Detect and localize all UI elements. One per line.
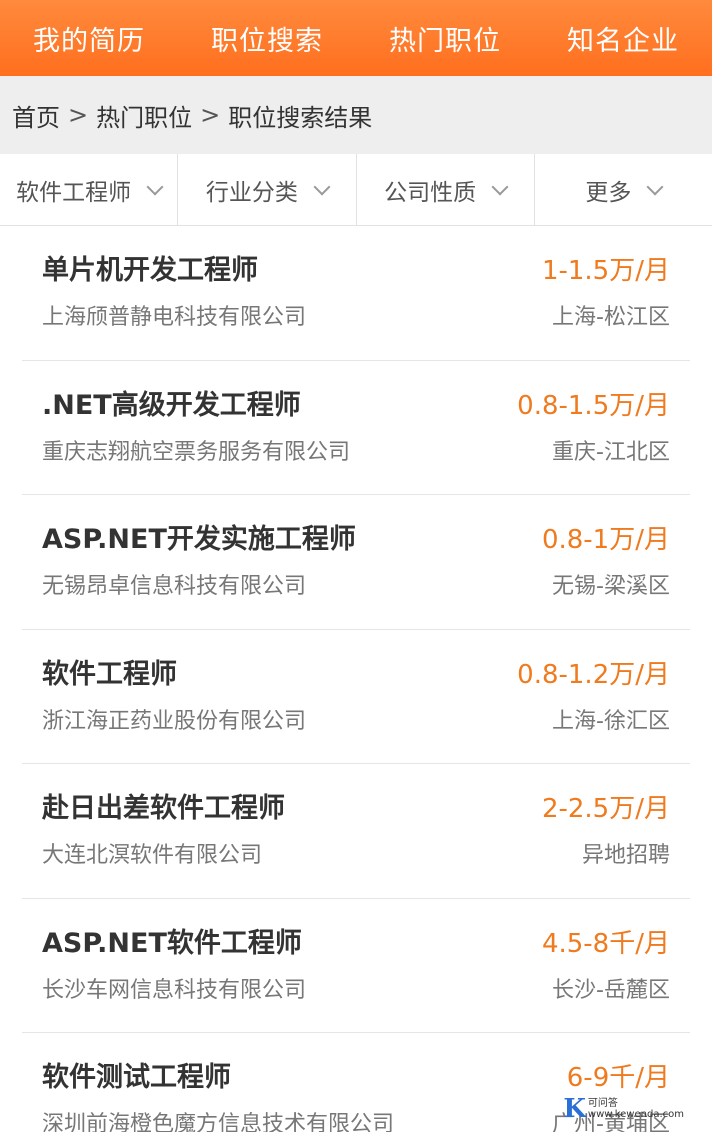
filter-company-type[interactable]: 公司性质: [357, 154, 535, 225]
job-location: 无锡-梁溪区: [552, 574, 670, 599]
job-list-item[interactable]: 赴日出差软件工程师 2-2.5万/月 大连北溟软件有限公司 异地招聘: [22, 764, 690, 899]
nav-job-search[interactable]: 职位搜索: [178, 19, 356, 58]
job-list-item[interactable]: .NET高级开发工程师 0.8-1.5万/月 重庆志翔航空票务服务有限公司 重庆…: [22, 361, 690, 495]
filter-industry[interactable]: 行业分类: [178, 154, 357, 225]
chevron-down-icon: [491, 178, 509, 195]
job-location: 长沙-岳麓区: [552, 977, 670, 1003]
filter-keyword[interactable]: 软件工程师: [0, 154, 179, 225]
nav-my-resume[interactable]: 我的简历: [0, 19, 178, 58]
job-salary: 0.8-1.5万/月: [517, 390, 670, 421]
filter-label: 软件工程师: [16, 179, 132, 206]
filter-bar: 软件工程师 行业分类 公司性质 更多: [0, 154, 712, 226]
job-salary: 6-9千/月: [566, 1063, 670, 1093]
job-company: 深圳前海橙色魔方信息技术有限公司: [42, 1112, 395, 1132]
job-company: 无锡昂卓信息科技有限公司: [42, 574, 307, 599]
job-list-item[interactable]: ASP.NET软件工程师 4.5-8千/月 长沙车网信息科技有限公司 长沙-岳麓…: [22, 899, 690, 1033]
filter-label: 更多: [585, 179, 632, 206]
job-title: 单片机开发工程师: [42, 255, 258, 286]
watermark-name: 可问答: [587, 1098, 618, 1109]
watermark-logo: K 可问答 www.kewenda.com: [563, 1094, 684, 1124]
job-salary: 2-2.5万/月: [541, 794, 670, 824]
job-company: 大连北溟软件有限公司: [42, 843, 263, 868]
job-location: 异地招聘: [581, 843, 670, 868]
watermark-k-icon: K: [563, 1094, 586, 1124]
job-salary: 1-1.5万/月: [541, 256, 670, 286]
job-company: 长沙车网信息科技有限公司: [42, 977, 307, 1003]
job-list: 单片机开发工程师 1-1.5万/月 上海颀普静电科技有限公司 上海-松江区 .N…: [0, 226, 712, 1132]
filter-more[interactable]: 更多: [535, 154, 712, 225]
job-title: 软件工程师: [42, 658, 177, 690]
filter-label: 行业分类: [205, 179, 298, 206]
job-salary: 4.5-8千/月: [541, 928, 670, 959]
job-location: 上海-徐汇区: [552, 708, 670, 734]
breadcrumb: 首页 > 热门职位 > 职位搜索结果: [0, 76, 712, 154]
nav-famous-companies[interactable]: 知名企业: [534, 19, 712, 58]
breadcrumb-current: 职位搜索结果: [228, 103, 373, 132]
job-list-item[interactable]: 单片机开发工程师 1-1.5万/月 上海颀普静电科技有限公司 上海-松江区: [22, 226, 690, 361]
breadcrumb-separator: >: [68, 101, 89, 129]
breadcrumb-separator: >: [200, 101, 221, 129]
chevron-down-icon: [313, 178, 331, 195]
job-location: 上海-松江区: [552, 305, 670, 330]
chevron-down-icon: [146, 178, 164, 195]
filter-label: 公司性质: [384, 179, 477, 206]
job-title: 软件测试工程师: [42, 1062, 231, 1093]
job-list-item[interactable]: 软件工程师 0.8-1.2万/月 浙江海正药业股份有限公司 上海-徐汇区: [22, 630, 690, 764]
job-salary: 0.8-1万/月: [541, 525, 670, 555]
job-title: 赴日出差软件工程师: [42, 793, 285, 824]
chevron-down-icon: [646, 178, 664, 195]
job-salary: 0.8-1.2万/月: [517, 659, 670, 690]
job-title: .NET高级开发工程师: [42, 389, 301, 421]
nav-hot-jobs[interactable]: 热门职位: [356, 19, 534, 58]
job-title: ASP.NET开发实施工程师: [42, 524, 356, 555]
breadcrumb-hot-jobs[interactable]: 热门职位: [96, 98, 192, 133]
job-location: 重庆-江北区: [552, 439, 670, 465]
job-company: 浙江海正药业股份有限公司: [42, 708, 307, 734]
job-company: 上海颀普静电科技有限公司: [42, 305, 307, 330]
watermark-url: www.kewenda.com: [587, 1109, 684, 1120]
job-company: 重庆志翔航空票务服务有限公司: [42, 439, 351, 465]
job-list-item[interactable]: ASP.NET开发实施工程师 0.8-1万/月 无锡昂卓信息科技有限公司 无锡-…: [22, 495, 690, 630]
top-navigation: 我的简历 职位搜索 热门职位 知名企业: [0, 0, 712, 76]
job-title: ASP.NET软件工程师: [42, 927, 302, 959]
breadcrumb-home[interactable]: 首页: [12, 98, 60, 133]
